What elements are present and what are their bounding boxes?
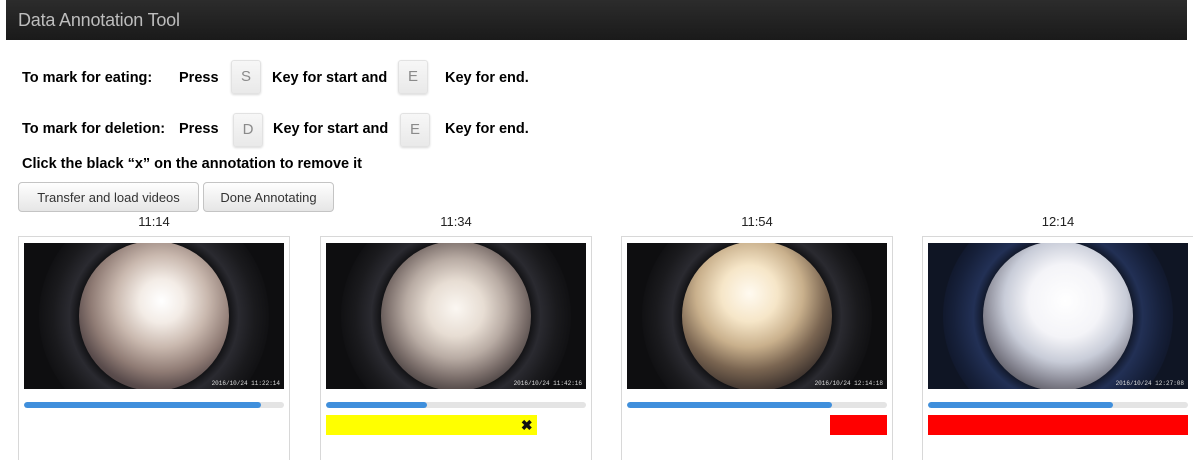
- video-player[interactable]: 2016/10/24 11:22:14: [24, 243, 284, 389]
- video-progress-bar[interactable]: [928, 402, 1188, 408]
- video-player[interactable]: 2016/10/24 12:14:18: [627, 243, 887, 389]
- video-timestamp: 2016/10/24 11:42:16: [513, 380, 582, 387]
- video-frame: [983, 243, 1133, 389]
- eating-annotation: ✖: [326, 415, 537, 435]
- clip-card: 2016/10/24 11:22:14: [18, 236, 290, 460]
- video-progress-fill: [627, 402, 833, 408]
- remove-hint-text: Click the black “x” on the annotation to…: [22, 156, 362, 172]
- app-titlebar: Data Annotation Tool: [6, 0, 1187, 40]
- video-progress-fill: [928, 402, 1113, 408]
- key-e-deletion: E: [400, 113, 430, 147]
- video-timestamp: 2016/10/24 12:27:08: [1115, 380, 1184, 387]
- key-d: D: [233, 113, 263, 147]
- deletion-annotation: [829, 415, 887, 435]
- video-progress-fill: [326, 402, 428, 408]
- video-timestamp: 2016/10/24 12:14:18: [814, 380, 883, 387]
- video-player[interactable]: 2016/10/24 12:27:08: [928, 243, 1188, 389]
- video-progress-bar[interactable]: [326, 402, 586, 408]
- deletion-end-text: Key for end.: [445, 121, 529, 137]
- clip-time: 12:14: [1041, 214, 1075, 229]
- deletion-annotation: [928, 415, 1188, 435]
- clip-card: 2016/10/24 11:42:16 ✖: [320, 236, 592, 460]
- deletion-press-text: Press: [179, 121, 219, 137]
- clip-time: 11:34: [440, 214, 472, 229]
- app-title: Data Annotation Tool: [18, 10, 180, 30]
- deletion-label: To mark for deletion:: [22, 121, 166, 137]
- clip-time: 11:54: [741, 214, 773, 229]
- video-frame: [79, 243, 229, 389]
- eating-start-text: Key for start and: [272, 70, 388, 86]
- video-progress-fill: [24, 402, 261, 408]
- eating-press-text: Press: [179, 70, 219, 86]
- video-frame: [381, 243, 531, 389]
- video-frame: [682, 243, 832, 389]
- clip-time: 11:14: [138, 214, 170, 229]
- remove-annotation-icon[interactable]: ✖: [521, 416, 533, 434]
- deletion-start-text: Key for start and: [273, 121, 389, 137]
- video-timestamp: 2016/10/24 11:22:14: [211, 380, 280, 387]
- video-progress-bar[interactable]: [627, 402, 887, 408]
- eating-end-text: Key for end.: [445, 70, 529, 86]
- deletion-instruction: To mark for deletion: Press D Key for st…: [22, 113, 562, 147]
- remove-hint: Click the black “x” on the annotation to…: [22, 149, 442, 179]
- done-annotating-button[interactable]: Done Annotating: [203, 182, 334, 212]
- video-progress-bar[interactable]: [24, 402, 284, 408]
- clip-card: 2016/10/24 12:27:08: [922, 236, 1193, 460]
- eating-instruction: To mark for eating: Press S Key for star…: [22, 60, 562, 94]
- clip-card: 2016/10/24 12:14:18: [621, 236, 893, 460]
- key-s: S: [231, 60, 261, 94]
- eating-label: To mark for eating:: [22, 70, 153, 86]
- transfer-load-videos-button[interactable]: Transfer and load videos: [18, 182, 199, 212]
- key-e-eating: E: [398, 60, 428, 94]
- video-player[interactable]: 2016/10/24 11:42:16: [326, 243, 586, 389]
